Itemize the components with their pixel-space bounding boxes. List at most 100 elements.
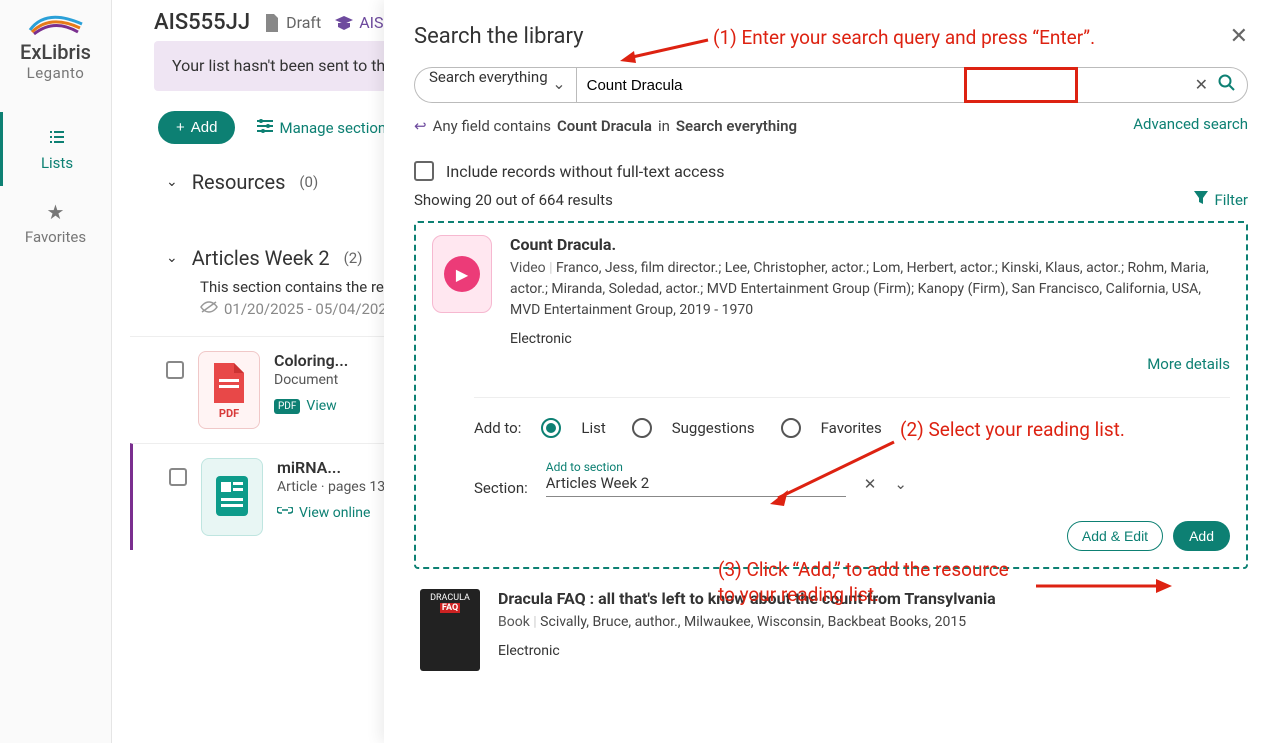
result-title[interactable]: Count Dracula. (510, 235, 1230, 254)
advanced-search-link[interactable]: Advanced search (1133, 115, 1248, 133)
result-title[interactable]: Dracula FAQ : all that's left to know ab… (498, 589, 1242, 608)
result-format: Electronic (498, 643, 1242, 659)
chevron-down-icon: ⌄ (166, 174, 178, 190)
add-and-edit-button[interactable]: Add & Edit (1067, 521, 1163, 551)
radio-favorites[interactable] (781, 418, 801, 438)
item-body: Coloring... Document PDF View (274, 351, 348, 414)
nav-lists[interactable]: Lists (0, 112, 111, 186)
video-thumbnail: ▶ (432, 235, 492, 313)
manage-sections-label: Manage sections (279, 119, 393, 137)
radio-favorites-label: Favorites (821, 419, 882, 437)
result-format: Electronic (510, 331, 1230, 347)
article-thumbnail (201, 458, 263, 536)
brand-product: Leganto (11, 64, 101, 82)
item-checkbox[interactable] (166, 361, 184, 379)
logo-swoosh-icon (26, 12, 86, 36)
include-no-fulltext[interactable]: Include records without full-text access (414, 161, 1248, 181)
ais-chip: AIS (335, 13, 383, 32)
graduation-cap-icon (335, 16, 353, 30)
result-meta: Franco, Jess, film director.; Lee, Chris… (510, 260, 1209, 318)
ais-chip-label: AIS (359, 13, 383, 32)
search-crumb: ↩ Any field contains Count Dracula in Se… (414, 117, 1248, 135)
section-week2-count: (2) (344, 249, 363, 267)
item-checkbox[interactable] (169, 468, 187, 486)
filter-label: Filter (1214, 191, 1248, 209)
add-button-label: Add (191, 119, 218, 136)
sliders-icon (257, 119, 273, 137)
radio-list-label: List (581, 419, 605, 437)
article-icon (212, 472, 252, 520)
result-type: Book (498, 614, 530, 630)
nav-favorites-label: Favorites (25, 228, 86, 246)
section-resources-name: Resources (192, 170, 286, 194)
item-title: Coloring... (274, 351, 348, 370)
add-to-label: Add to: (474, 419, 521, 437)
search-panel: Search the library ✕ Search everything ✕… (384, 0, 1278, 743)
nav-favorites[interactable]: ★ Favorites (0, 186, 111, 260)
search-icon[interactable] (1218, 74, 1236, 97)
pdf-badge-text: PDF (219, 407, 239, 420)
section-resources-count: (0) (299, 173, 318, 191)
view-link[interactable]: PDF View (274, 398, 348, 414)
section-week2-dates-text: 01/20/2025 - 05/04/2025 (224, 300, 395, 318)
checkbox[interactable] (414, 161, 434, 181)
document-icon (264, 14, 280, 32)
radio-list[interactable] (541, 418, 561, 438)
search-scope-label: Search everything (429, 68, 548, 86)
search-row: Search everything ✕ (414, 67, 1248, 103)
brand-logo: ExLibris Leganto (11, 12, 101, 82)
visibility-off-icon (200, 300, 218, 318)
clear-icon[interactable]: ✕ (1195, 75, 1208, 94)
result-type: Video (510, 260, 546, 276)
pdf-file-icon (210, 361, 248, 405)
manage-sections-link[interactable]: Manage sections (257, 119, 393, 137)
radio-suggestions[interactable] (632, 418, 652, 438)
thumb-tag: FAQ (440, 603, 460, 613)
section-select[interactable]: Add to section Articles Week 2 (546, 460, 846, 497)
section-select-row: Section: Add to section Articles Week 2 … (474, 460, 1230, 497)
add-to-row: Add to: List Suggestions Favorites (474, 397, 1230, 438)
crumb-mid: in (658, 117, 670, 135)
view-label: View (306, 398, 336, 414)
search-scope-select[interactable]: Search everything (414, 67, 576, 103)
add-button-panel[interactable]: Add (1173, 521, 1230, 551)
include-label: Include records without full-text access (446, 162, 725, 181)
more-details-link[interactable]: More details (432, 355, 1230, 373)
crumb-pre: Any field contains (433, 117, 551, 135)
nav-lists-label: Lists (41, 154, 73, 172)
filter-icon (1194, 191, 1208, 209)
list-icon (3, 126, 111, 150)
search-input[interactable] (576, 67, 1248, 103)
thumb-top-text: DRACULA (420, 593, 480, 603)
link-icon (277, 505, 293, 521)
clear-section-icon[interactable]: ✕ (864, 475, 877, 493)
draft-chip: Draft (264, 13, 321, 32)
section-label: Section: (474, 479, 528, 497)
course-code: AIS555JJ (154, 10, 250, 35)
radio-suggestions-label: Suggestions (672, 419, 755, 437)
result-count: Showing 20 out of 664 results (414, 191, 613, 209)
crumb-scope: Search everything (676, 117, 797, 135)
chevron-down-icon[interactable]: ⌄ (894, 475, 907, 493)
filter-link[interactable]: Filter (1194, 191, 1248, 209)
result-meta: Scivally, Bruce, author., Milwaukee, Wis… (540, 614, 966, 630)
section-select-small-label: Add to section (546, 460, 846, 474)
search-result-selected: ▶ Count Dracula. Video | Franco, Jess, f… (414, 221, 1248, 569)
section-select-value: Articles Week 2 (546, 474, 846, 492)
pdf-thumbnail: PDF (198, 351, 260, 429)
draft-label: Draft (286, 13, 321, 32)
left-sidebar: ExLibris Leganto Lists ★ Favorites (0, 0, 112, 743)
search-result[interactable]: DRACULA FAQ Dracula FAQ : all that's lef… (414, 589, 1248, 671)
section-week2-name: Articles Week 2 (192, 246, 330, 270)
pdf-badge-icon: PDF (274, 399, 300, 414)
crumb-query: Count Dracula (557, 117, 652, 135)
star-icon: ★ (0, 200, 111, 224)
chevron-down-icon: ⌄ (166, 250, 178, 266)
brand-name: ExLibris (11, 40, 101, 64)
play-icon: ▶ (444, 256, 480, 292)
add-button[interactable]: + Add (158, 111, 235, 144)
close-icon[interactable]: ✕ (1230, 24, 1248, 49)
view-online-label: View online (299, 505, 370, 521)
book-thumbnail: DRACULA FAQ (420, 589, 480, 671)
back-arrow-icon[interactable]: ↩ (414, 117, 427, 135)
